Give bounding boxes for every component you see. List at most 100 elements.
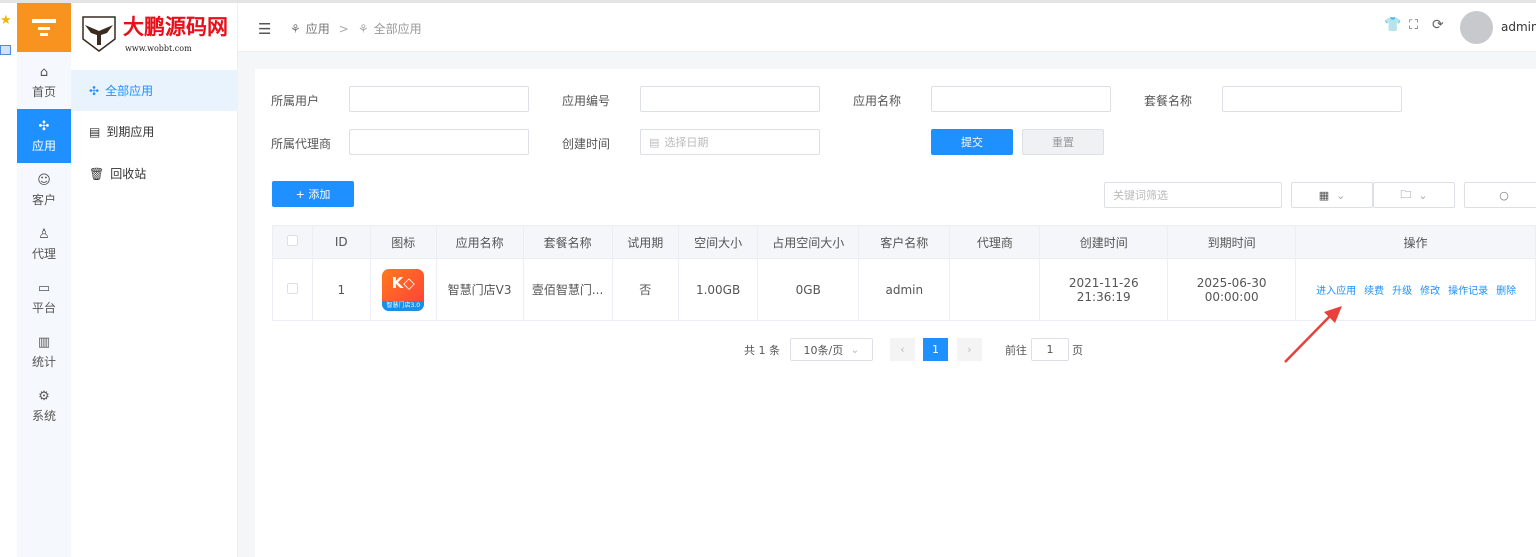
page-size-select[interactable]: 10条/页 ⌄ <box>790 338 873 361</box>
grid-icon: ▦ <box>1318 188 1330 202</box>
app-logo[interactable] <box>17 3 71 52</box>
row-select-cell <box>272 258 313 321</box>
rail-item-5[interactable]: ▥ 统计 <box>17 325 71 379</box>
page-unit-label: 页 <box>1072 343 1083 357</box>
agent-icon: ♙ <box>38 226 50 242</box>
eagle-logo-icon <box>82 16 116 52</box>
refresh-icon[interactable]: ⟳ <box>1432 17 1444 33</box>
columns-dropdown[interactable]: ▦ ⌄ <box>1291 182 1373 208</box>
rail-item-4[interactable]: ▭ 平台 <box>17 271 71 325</box>
upgrade-link[interactable]: 升级 <box>1392 286 1412 297</box>
rail-item-2[interactable]: ☺ 客户 <box>17 163 71 217</box>
submenu-item-label: 回收站 <box>110 167 147 181</box>
page-1-button[interactable]: 1 <box>923 338 948 361</box>
owner-user-input[interactable] <box>349 86 529 112</box>
package-name-input[interactable] <box>1222 86 1402 112</box>
avatar[interactable] <box>1460 11 1493 44</box>
sub-sidebar: 大鹏源码网 www.wobbt.com ✣ 全部应用 ▤ 到期应用 🗑 回收站 <box>71 3 238 557</box>
trash-icon: 🗑 <box>89 166 105 181</box>
owner-user-label: 所属用户 <box>271 94 320 108</box>
theme-shirt-icon[interactable]: 👕 <box>1384 17 1401 33</box>
rail-item-label: 统计 <box>31 354 56 369</box>
user-icon: ☺ <box>37 172 51 188</box>
rail-item-3[interactable]: ♙ 代理 <box>17 217 71 271</box>
keyword-filter-input[interactable]: 关键词筛选 <box>1104 182 1282 208</box>
folder-icon: 🗀 <box>1400 187 1412 201</box>
apps-icon: ⚘ <box>357 21 369 36</box>
agent-input[interactable] <box>349 129 529 155</box>
add-button[interactable]: + 添加 <box>272 181 354 207</box>
cell-space: 1.00GB <box>677 258 759 321</box>
rail-item-6[interactable]: ⚙ 系统 <box>17 379 71 433</box>
app-logo-mark: K◇ <box>391 273 415 292</box>
app-no-label: 应用编号 <box>562 94 611 108</box>
breadcrumb-parent[interactable]: 应用 <box>306 20 330 37</box>
submenu-item-0[interactable]: ✣ 全部应用 <box>71 70 238 111</box>
delete-link[interactable]: 删除 <box>1496 286 1516 297</box>
submenu-item-1[interactable]: ▤ 到期应用 <box>71 111 238 152</box>
next-page-button[interactable]: › <box>957 338 982 361</box>
rail-item-1[interactable]: ✣ 应用 <box>17 109 71 163</box>
renew-link[interactable]: 续费 <box>1364 286 1384 297</box>
calendar-icon: ▤ <box>649 135 660 149</box>
cell-trial: 否 <box>611 258 679 321</box>
export-dropdown[interactable]: 🗀 ⌄ <box>1373 182 1455 208</box>
brand-logo: 大鹏源码网 www.wobbt.com <box>79 11 239 56</box>
cell-expires: 2025-06-30 00:00:00 <box>1167 258 1297 321</box>
cell-customer: admin <box>858 258 951 321</box>
brand-name: 大鹏源码网 <box>123 15 228 39</box>
apps-icon: ✣ <box>38 118 50 134</box>
goto-label: 前往 <box>1005 343 1027 357</box>
username[interactable]: admin <box>1501 20 1536 34</box>
col-space: 空间大小 <box>677 225 759 259</box>
edit-link[interactable]: 修改 <box>1420 286 1440 297</box>
col-app-name: 应用名称 <box>435 225 524 259</box>
rail-item-label: 应用 <box>31 138 56 153</box>
rail-item-0[interactable]: ⌂ 首页 <box>17 55 71 109</box>
rail-item-label: 平台 <box>31 300 56 315</box>
row-checkbox[interactable] <box>286 282 298 294</box>
app-name-input[interactable] <box>931 86 1111 112</box>
col-icon: 图标 <box>369 225 437 259</box>
table-header-row: ID 图标 应用名称 套餐名称 试用期 空间大小 占用空间大小 客户名称 代理商… <box>272 225 1536 259</box>
annotation-arrow <box>1284 306 1342 363</box>
operation-log-link[interactable]: 操作记录 <box>1448 286 1488 297</box>
col-trial: 试用期 <box>611 225 679 259</box>
package-name-label: 套餐名称 <box>1144 94 1193 108</box>
top-header: ☰ ⚘ 应用 > ⚘ 全部应用 👕 ⛶ ⟳ admin <box>238 3 1536 52</box>
date-picker[interactable]: ▤ 选择日期 <box>640 129 820 155</box>
col-used: 占用空间大小 <box>757 225 860 259</box>
enter-app-link[interactable]: 进入应用 <box>1316 286 1356 297</box>
col-expires: 到期时间 <box>1167 225 1297 259</box>
search-button[interactable]: ○ <box>1464 182 1536 208</box>
app-icon-image: K◇ 智慧门店3.0 <box>382 268 425 311</box>
keyword-placeholder: 关键词筛选 <box>1113 189 1168 202</box>
prev-page-button[interactable]: ‹ <box>890 338 915 361</box>
col-id[interactable]: ID <box>311 225 371 259</box>
app-no-input[interactable] <box>640 86 820 112</box>
date-placeholder: 选择日期 <box>664 136 709 149</box>
fullscreen-icon[interactable]: ⛶ <box>1409 18 1418 33</box>
pagination-total: 共 1 条 <box>744 343 780 357</box>
breadcrumb-separator: > <box>338 21 349 36</box>
select-all-checkbox[interactable] <box>286 235 298 246</box>
cell-created: 2021-11-26 21:36:19 <box>1039 258 1169 321</box>
col-customer: 客户名称 <box>858 225 951 259</box>
cell-id: 1 <box>311 258 371 321</box>
reset-button[interactable]: 重置 <box>1022 129 1104 155</box>
apps-icon: ✣ <box>89 83 100 98</box>
monitor-icon[interactable] <box>0 45 11 55</box>
goto-page-input[interactable]: 1 <box>1031 338 1069 361</box>
rail-item-label: 系统 <box>31 408 56 423</box>
expired-doc-icon: ▤ <box>89 124 101 139</box>
col-package: 套餐名称 <box>522 225 613 259</box>
home-icon: ⌂ <box>39 64 49 80</box>
chevron-down-icon: ⌄ <box>1336 188 1346 202</box>
col-created: 创建时间 <box>1039 225 1169 259</box>
menu-toggle-icon[interactable]: ☰ <box>258 20 271 38</box>
submit-button[interactable]: 提交 <box>931 129 1013 155</box>
submenu-item-2[interactable]: 🗑 回收站 <box>71 153 238 194</box>
rail-item-label: 首页 <box>31 84 56 99</box>
star-icon[interactable]: ★ <box>0 13 12 28</box>
cell-app-name: 智慧门店V3 <box>435 258 524 321</box>
